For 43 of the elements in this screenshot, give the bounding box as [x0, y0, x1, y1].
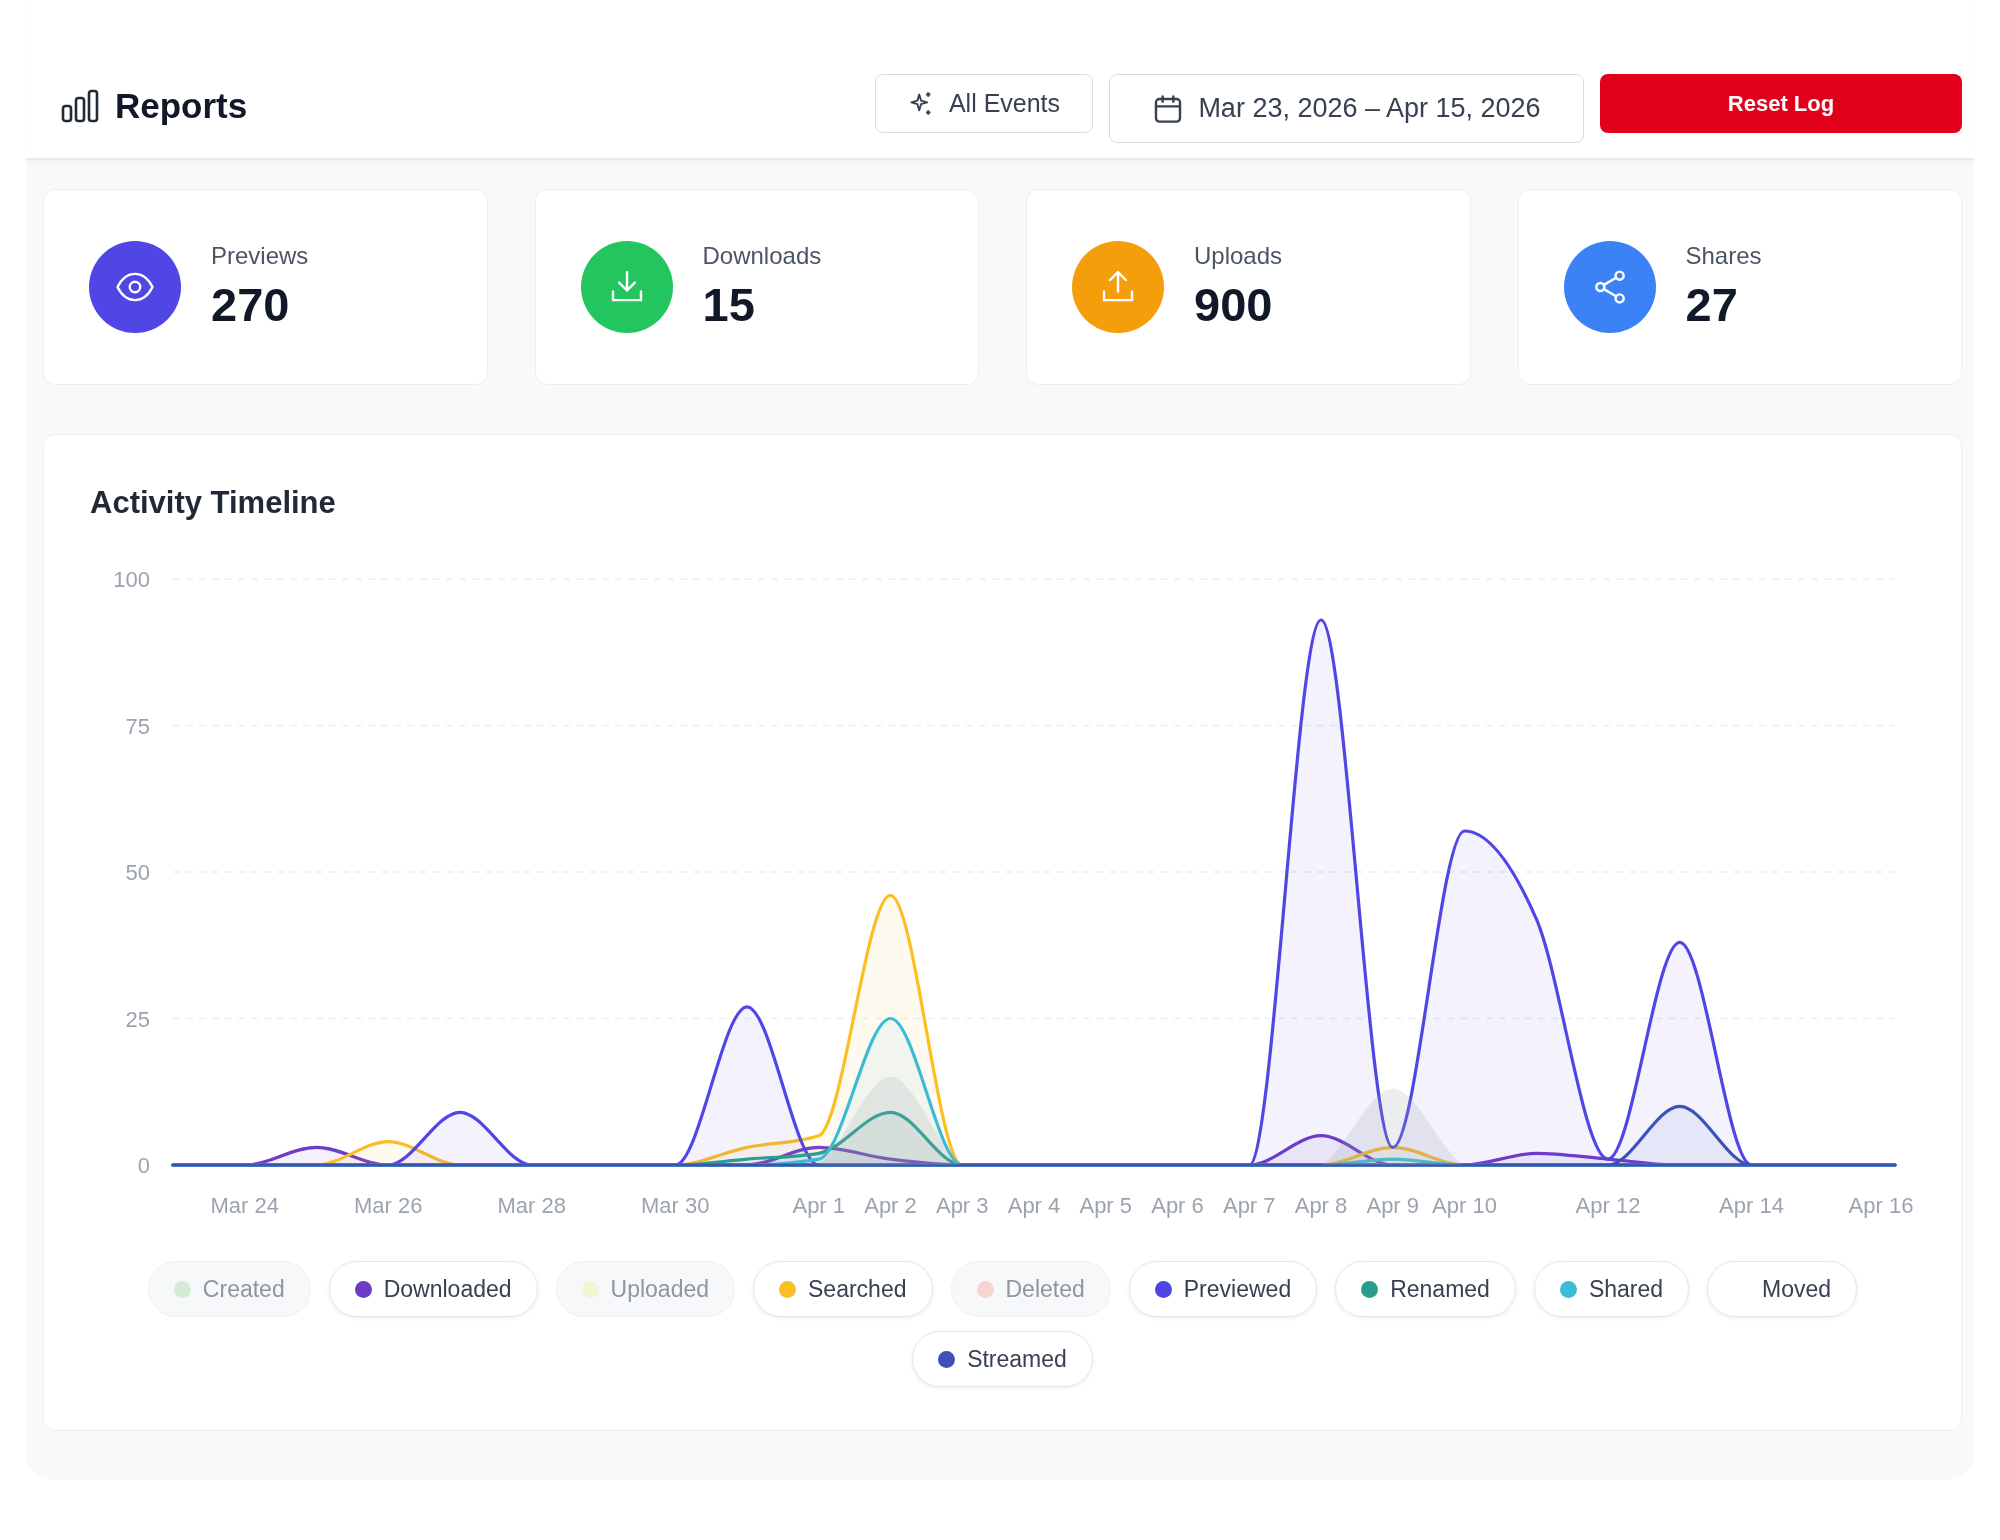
- legend-item[interactable]: Searched: [753, 1261, 933, 1317]
- axis-tick-label: 50: [125, 860, 150, 885]
- axis-tick-label: Apr 9: [1366, 1193, 1420, 1218]
- axis-tick-label: 25: [125, 1006, 150, 1032]
- legend-item[interactable]: Previewed: [1128, 1261, 1318, 1317]
- axis-tick-label: Apr 16: [1848, 1193, 1914, 1218]
- axis-tick-label: 100: [113, 567, 150, 592]
- bar-chart-icon: [61, 89, 99, 123]
- axis-tick-label: Apr 12: [1575, 1193, 1641, 1218]
- stat-value: 15: [702, 278, 756, 332]
- axis-tick-label: Apr 3: [935, 1193, 989, 1218]
- axis-tick-label: Mar 28: [497, 1193, 566, 1218]
- filter-button[interactable]: All Events: [875, 74, 1093, 133]
- date-range-button[interactable]: Mar 23, 2026 – Apr 15, 2026: [1109, 74, 1584, 143]
- reset-button[interactable]: Reset Log: [1600, 74, 1962, 133]
- axis-tick-label: Mar 26: [354, 1193, 423, 1218]
- stat-label: Downloads: [702, 242, 822, 270]
- axis-tick-label: Apr 5: [1079, 1193, 1133, 1218]
- axis-tick-label: Apr 10: [1432, 1193, 1497, 1218]
- axis-tick-label: Apr 7: [1222, 1193, 1276, 1218]
- stat-label: Uploads: [1194, 242, 1283, 270]
- stat-label: Shares: [1685, 242, 1762, 270]
- axis-tick-label: Apr 14: [1719, 1193, 1784, 1218]
- stat-value: 270: [211, 278, 291, 332]
- legend-item[interactable]: Moved: [1707, 1261, 1858, 1317]
- stat-label: Previews: [211, 242, 309, 270]
- stat-value: 900: [1194, 278, 1274, 332]
- axis-tick-label: 75: [125, 713, 150, 739]
- axis-tick-label: Apr 6: [1151, 1193, 1204, 1218]
- legend-item[interactable]: Shared: [1533, 1261, 1690, 1317]
- axis-tick-label: Mar 24: [210, 1193, 279, 1218]
- axis-tick-label: Mar 30: [641, 1193, 710, 1218]
- page-title: Reports: [115, 86, 248, 126]
- legend-item[interactable]: Streamed: [912, 1331, 1093, 1387]
- chart-title: Activity Timeline: [90, 485, 336, 521]
- axis-tick-label: 0: [137, 1153, 150, 1178]
- legend-item[interactable]: Downloaded: [328, 1261, 538, 1317]
- axis-tick-label: Apr 1: [792, 1193, 846, 1218]
- axis-tick-label: Apr 4: [1007, 1193, 1061, 1218]
- axis-tick-label: Apr 2: [864, 1193, 917, 1218]
- axis-tick-label: Apr 8: [1294, 1193, 1348, 1218]
- legend-item[interactable]: Renamed: [1335, 1261, 1516, 1317]
- stat-value: 27: [1685, 278, 1739, 332]
